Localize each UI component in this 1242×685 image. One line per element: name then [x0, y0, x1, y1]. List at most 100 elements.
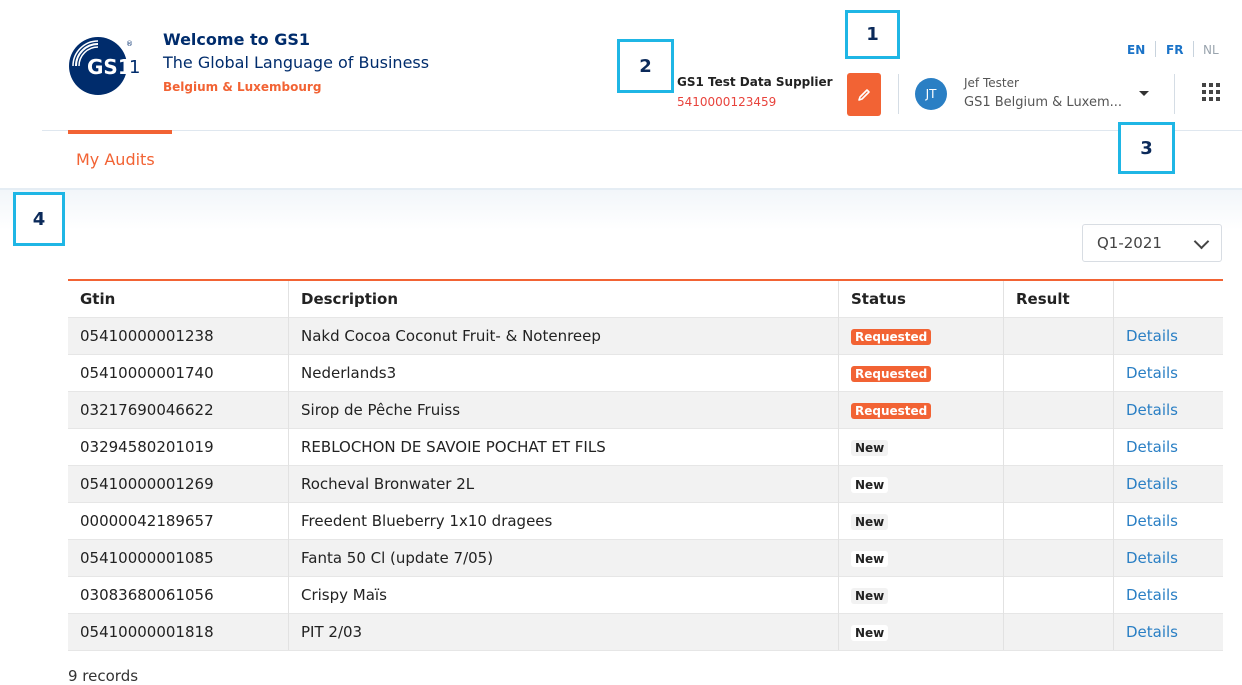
details-link[interactable]: Details — [1126, 586, 1178, 604]
tab-my-audits[interactable]: My Audits — [76, 150, 155, 169]
gtin-cell: 00000042189657 — [68, 502, 289, 540]
result-cell — [1003, 576, 1114, 614]
gtin-cell: 05410000001085 — [68, 539, 289, 577]
edit-supplier-button[interactable] — [847, 73, 881, 116]
details-link[interactable]: Details — [1126, 438, 1178, 456]
gs1-logo: GS1 1 ® — [69, 37, 140, 95]
details-link[interactable]: Details — [1126, 364, 1178, 382]
result-cell — [1003, 354, 1114, 392]
description-cell: Nederlands3 — [288, 354, 839, 392]
language-fr[interactable]: FR — [1166, 43, 1183, 57]
status-badge: New — [851, 551, 889, 567]
description-cell: Crispy Maïs — [288, 576, 839, 614]
annotation-1: 1 — [845, 10, 900, 59]
description-cell: REBLOCHON DE SAVOIE POCHAT ET FILS — [288, 428, 839, 466]
period-select-value: Q1-2021 — [1097, 234, 1162, 252]
gtin-cell: 03217690046622 — [68, 391, 289, 429]
description-cell: PIT 2/03 — [288, 613, 839, 651]
column-header-actions — [1114, 280, 1224, 318]
table-row: 05410000001269 Rocheval Bronwater 2L New… — [68, 465, 1223, 503]
details-link[interactable]: Details — [1126, 401, 1178, 419]
gtin-cell: 05410000001740 — [68, 354, 289, 392]
details-link[interactable]: Details — [1126, 512, 1178, 530]
column-header-gtin: Gtin — [68, 280, 289, 318]
action-cell: Details — [1113, 539, 1223, 577]
header-divider — [42, 130, 1242, 131]
records-count: 9 records — [68, 667, 139, 685]
action-cell: Details — [1113, 576, 1223, 614]
active-tab-indicator — [68, 130, 172, 134]
status-cell: Requested — [838, 354, 1004, 392]
language-nl[interactable]: NL — [1203, 43, 1219, 57]
status-cell: Requested — [838, 317, 1004, 355]
divider — [1193, 41, 1194, 57]
result-cell — [1003, 502, 1114, 540]
table-row: 00000042189657 Freedent Blueberry 1x10 d… — [68, 502, 1223, 540]
action-cell: Details — [1113, 391, 1223, 429]
result-cell — [1003, 613, 1114, 651]
pencil-icon — [858, 88, 870, 101]
status-badge: Requested — [851, 366, 932, 382]
result-cell — [1003, 317, 1114, 355]
audits-table: Gtin Description Status Result 054100000… — [68, 279, 1223, 651]
table-row: 05410000001818 PIT 2/03 New Details — [68, 613, 1223, 651]
table-row: 03083680061056 Crispy Maïs New Details — [68, 576, 1223, 614]
divider — [1155, 41, 1156, 57]
result-cell — [1003, 428, 1114, 466]
status-cell: New — [838, 613, 1004, 651]
status-badge: New — [851, 477, 889, 493]
details-link[interactable]: Details — [1126, 623, 1178, 641]
description-cell: Fanta 50 Cl (update 7/05) — [288, 539, 839, 577]
user-organization[interactable]: GS1 Belgium & Luxem... — [964, 95, 1122, 110]
brand-subtitle: The Global Language of Business — [163, 53, 430, 72]
apps-grid-icon[interactable] — [1202, 83, 1220, 101]
caret-down-icon[interactable] — [1139, 91, 1149, 96]
annotation-4: 4 — [13, 192, 65, 246]
language-en[interactable]: EN — [1127, 43, 1145, 57]
gtin-cell: 05410000001818 — [68, 613, 289, 651]
content-background — [0, 190, 1242, 230]
column-header-status: Status — [838, 280, 1004, 318]
description-cell: Freedent Blueberry 1x10 dragees — [288, 502, 839, 540]
description-cell: Sirop de Pêche Fruiss — [288, 391, 839, 429]
details-link[interactable]: Details — [1126, 327, 1178, 345]
user-name[interactable]: Jef Tester — [964, 76, 1019, 90]
description-cell: Nakd Cocoa Coconut Fruit- & Notenreep — [288, 317, 839, 355]
result-cell — [1003, 391, 1114, 429]
supplier-gln: 5410000123459 — [677, 95, 777, 109]
brand-region: Belgium & Luxembourg — [163, 80, 322, 94]
column-header-result: Result — [1003, 280, 1114, 318]
annotation-2: 2 — [617, 39, 674, 93]
annotation-3: 3 — [1118, 122, 1175, 174]
result-cell — [1003, 465, 1114, 503]
action-cell: Details — [1113, 465, 1223, 503]
status-badge: New — [851, 440, 889, 456]
table-row: 05410000001740 Nederlands3 Requested Det… — [68, 354, 1223, 392]
period-select[interactable]: Q1-2021 — [1082, 224, 1222, 262]
status-cell: New — [838, 539, 1004, 577]
details-link[interactable]: Details — [1126, 549, 1178, 567]
brand-title: Welcome to GS1 — [163, 30, 310, 49]
action-cell: Details — [1113, 354, 1223, 392]
logo-suffix: 1 — [129, 57, 140, 78]
status-cell: New — [838, 502, 1004, 540]
action-cell: Details — [1113, 428, 1223, 466]
chevron-down-icon — [1193, 233, 1210, 250]
gtin-cell: 05410000001238 — [68, 317, 289, 355]
action-cell: Details — [1113, 317, 1223, 355]
divider — [898, 74, 899, 114]
description-cell: Rocheval Bronwater 2L — [288, 465, 839, 503]
status-cell: New — [838, 576, 1004, 614]
avatar[interactable]: JT — [915, 78, 947, 110]
status-cell: Requested — [838, 391, 1004, 429]
table-row: 03294580201019 REBLOCHON DE SAVOIE POCHA… — [68, 428, 1223, 466]
column-header-description: Description — [288, 280, 839, 318]
supplier-name: GS1 Test Data Supplier — [677, 75, 833, 89]
result-cell — [1003, 539, 1114, 577]
logo-text: GS1 — [87, 55, 132, 79]
table-header-row: Gtin Description Status Result — [68, 280, 1223, 318]
svg-text:®: ® — [126, 40, 133, 48]
details-link[interactable]: Details — [1126, 475, 1178, 493]
table-row: 05410000001238 Nakd Cocoa Coconut Fruit-… — [68, 317, 1223, 355]
gtin-cell: 03294580201019 — [68, 428, 289, 466]
